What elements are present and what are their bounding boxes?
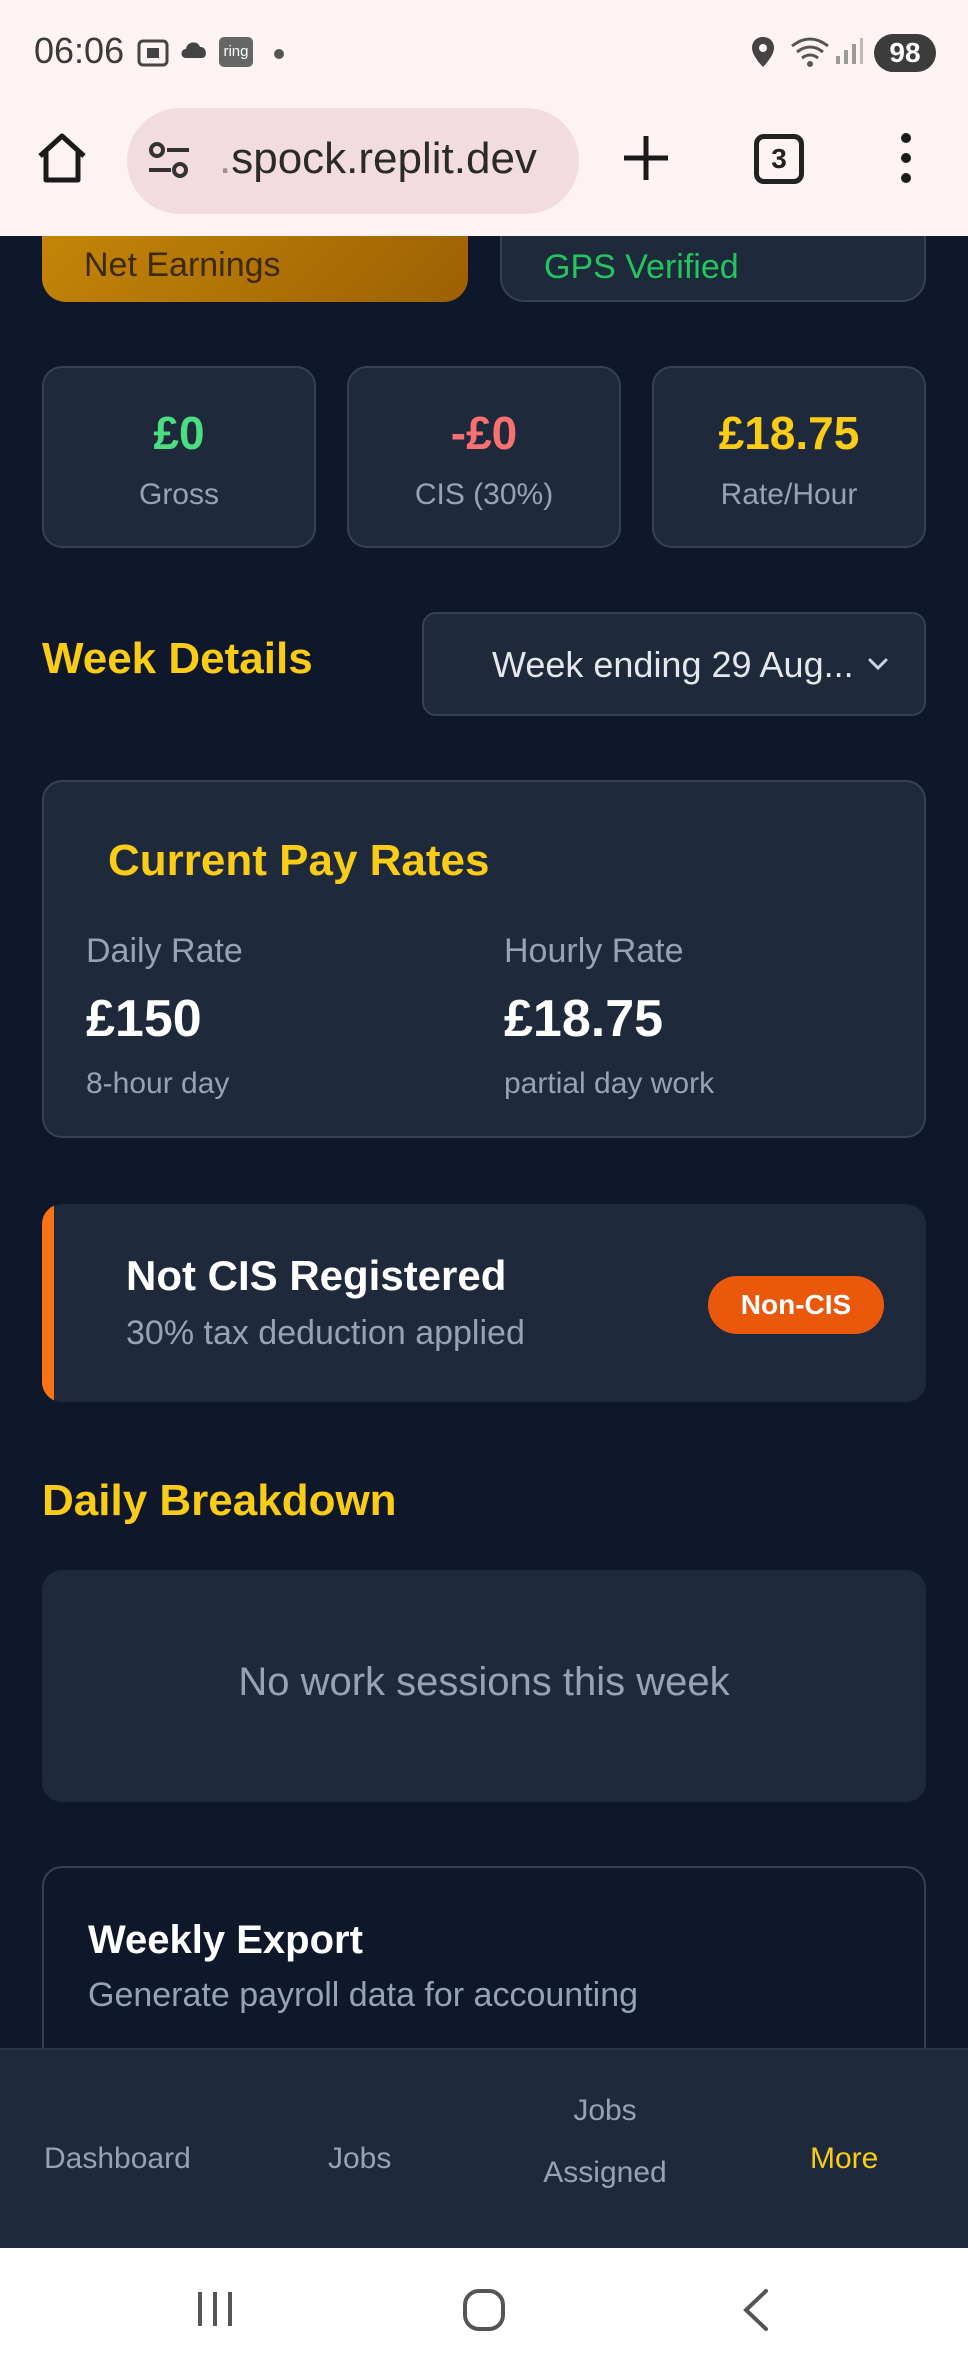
net-earnings-label: Net Earnings [84,246,281,284]
weekly-export-title: Weekly Export [88,1918,363,1962]
cis-status-title: Not CIS Registered [126,1252,507,1299]
stat-rate: £18.75 Rate/Hour [652,366,926,548]
new-tab-icon[interactable] [620,132,672,184]
hourly-rate-label: Hourly Rate [504,932,684,970]
daily-breakdown-title: Daily Breakdown [42,1476,397,1525]
stat-gross: £0 Gross [42,366,316,548]
nav-jobs-assigned-line1: Jobs [573,2094,637,2127]
stat-rate-label: Rate/Hour [720,478,858,511]
hourly-rate-note: partial day work [504,1067,715,1100]
stat-cis-label: CIS (30%) [414,478,554,511]
net-earnings-card: Net Earnings [42,236,468,302]
daily-rate: Daily Rate £150 8-hour day [86,932,243,1101]
tab-switcher-button[interactable]: 3 [754,134,804,184]
location-icon [750,36,776,68]
recent-apps-icon[interactable] [194,2288,236,2335]
android-navigation-bar [0,2248,968,2376]
url-text: .spock.replit.dev [219,134,537,184]
week-details-title: Week Details [42,634,313,683]
pay-rates-card: Current Pay Rates Daily Rate £150 8-hour… [42,780,926,1138]
browser-toolbar: .spock.replit.dev 3 [0,104,968,220]
url-prefix: . [219,134,232,183]
address-bar[interactable]: .spock.replit.dev [127,108,579,214]
status-bar: 06:06 ring 98 [0,0,968,100]
pay-rates-title: Current Pay Rates [108,836,490,885]
empty-state-message: No work sessions this week [238,1660,730,1704]
daily-breakdown-empty: No work sessions this week [42,1570,926,1802]
nav-dashboard[interactable]: Dashboard [44,2142,191,2176]
url-domain: spock.replit.dev [231,134,537,183]
cloud-icon [178,36,210,60]
cis-status-card: Not CIS Registered 30% tax deduction app… [42,1204,926,1402]
cis-status-subtitle: 30% tax deduction applied [126,1314,525,1352]
browser-chrome: 06:06 ring 98 .spock.replit.dev 3 [0,0,968,236]
gps-verified-label: GPS Verified [544,248,739,286]
screenshot-icon [136,36,170,70]
back-icon[interactable] [740,2288,772,2337]
stat-rate-value: £18.75 [718,407,860,459]
wifi-icon [790,36,830,68]
gps-verified-card: GPS Verified [500,236,926,302]
stat-cis-value: -£0 [450,407,518,459]
status-time: 06:06 [34,30,125,71]
stat-gross-value: £0 [153,407,205,459]
home-icon[interactable] [34,130,90,186]
stat-gross-label: Gross [138,478,219,511]
battery-indicator: 98 [874,34,936,72]
chevron-down-icon [864,650,892,678]
cis-status-badge: Non-CIS [708,1276,884,1334]
daily-rate-note: 8-hour day [86,1067,230,1100]
home-nav-icon[interactable] [462,2288,506,2337]
ring-app-icon: ring [219,37,253,67]
more-options-icon[interactable] [892,132,920,184]
site-settings-icon[interactable] [147,140,191,180]
nav-more[interactable]: More [810,2142,878,2176]
nav-jobs[interactable]: Jobs [328,2142,391,2176]
week-selector[interactable]: Week ending 29 Aug... [422,612,926,716]
weekly-export-subtitle: Generate payroll data for accounting [88,1976,639,2014]
notification-dot-icon [274,49,284,59]
cis-accent-bar [42,1204,54,1402]
daily-rate-label: Daily Rate [86,932,243,970]
stat-cis: -£0 CIS (30%) [347,366,621,548]
hourly-rate-value: £18.75 [504,990,664,1048]
daily-rate-value: £150 [86,990,202,1048]
bottom-navigation: Dashboard Jobs Jobs Assigned More [0,2048,968,2248]
week-selector-value: Week ending 29 Aug... [492,644,854,685]
app-content: Net Earnings GPS Verified £0 Gross -£0 C… [0,236,968,2048]
signal-icon [834,36,864,66]
hourly-rate: Hourly Rate £18.75 partial day work [504,932,714,1101]
weekly-export-card: Weekly Export Generate payroll data for … [42,1866,926,2048]
nav-jobs-assigned-line2: Assigned [543,2156,667,2189]
nav-jobs-assigned[interactable]: Jobs Assigned [538,2080,672,2204]
